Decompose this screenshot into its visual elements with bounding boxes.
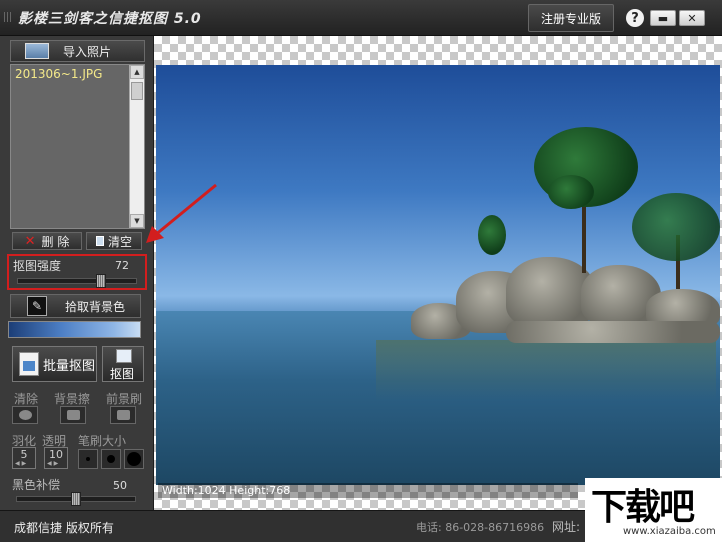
bg-brush-label: 背景擦: [54, 392, 91, 406]
stepper-arrows-icon[interactable]: ◀▶: [15, 460, 33, 468]
background-color-swatch: [8, 321, 141, 338]
watermark-text: 下载吧: [591, 487, 695, 528]
brush-icon: [117, 410, 130, 420]
title-bar: 影楼三剑客之信捷抠图 5.0 注册专业版 ? ▬ ✕: [0, 0, 722, 36]
brush-size-label: 笔刷大小: [78, 434, 127, 448]
list-item[interactable]: 201306~1.JPG: [15, 67, 102, 81]
stepper-arrows-icon[interactable]: ◀▶: [47, 460, 65, 468]
strength-slider-track[interactable]: [17, 278, 137, 284]
batch-cutout-button[interactable]: 批量抠图: [12, 346, 97, 382]
cutout-label: 抠图: [110, 367, 135, 381]
eyedropper-icon: ✎: [27, 296, 47, 316]
fg-brush-button[interactable]: [110, 406, 136, 424]
annotation-arrow-icon: [146, 183, 217, 243]
transparent-stepper[interactable]: 10 ◀▶: [44, 447, 68, 469]
phone-text: 电话: 86-028-86716986: [416, 521, 545, 534]
image-canvas[interactable]: [154, 36, 722, 510]
shrub: [478, 215, 506, 255]
brush-size-medium[interactable]: [101, 449, 121, 469]
file-list[interactable]: 201306~1.JPG ▲ ▼: [10, 64, 145, 229]
small-dot-icon: [86, 457, 90, 461]
clear-icon: [19, 410, 32, 420]
register-pro-button[interactable]: 注册专业版: [528, 4, 614, 32]
import-photo-label: 导入照片: [63, 44, 112, 59]
cutout-image-icon: [116, 349, 132, 363]
feather-stepper[interactable]: 5 ◀▶: [12, 447, 36, 469]
window-title: 影楼三剑客之信捷抠图 5.0: [18, 11, 202, 27]
watermark-url: www.xiazaiba.com: [623, 526, 716, 537]
delete-x-icon: ✕: [24, 233, 36, 249]
close-button[interactable]: ✕: [679, 10, 705, 26]
trash-icon: [95, 236, 104, 246]
strength-value: 72: [115, 259, 129, 272]
photo-preview[interactable]: [156, 65, 720, 485]
delete-button[interactable]: ✕ 删 除: [12, 232, 82, 250]
website-label: 网址:: [552, 520, 581, 534]
cutout-button[interactable]: 抠图: [102, 346, 144, 382]
bg-brush-button[interactable]: [60, 406, 86, 424]
black-compensation-thumb[interactable]: [71, 492, 81, 506]
grip-icon: [4, 12, 12, 22]
strength-label: 抠图强度: [13, 259, 62, 273]
large-dot-icon: [127, 452, 141, 466]
delete-label: 删 除: [41, 234, 70, 249]
pick-background-color-button[interactable]: ✎ 拾取背景色: [10, 294, 141, 318]
clear-button[interactable]: 清空: [86, 232, 142, 250]
island-reflection: [376, 340, 716, 400]
rock-base: [506, 321, 720, 343]
brush-size-small[interactable]: [78, 449, 98, 469]
help-icon[interactable]: ?: [626, 9, 644, 27]
batch-image-icon: [19, 352, 39, 376]
eraser-icon: [67, 410, 80, 420]
batch-label: 批量抠图: [43, 358, 96, 374]
watermark-logo: 下载吧 www.xiazaiba.com: [585, 478, 722, 542]
image-dimensions: Width:1024 Height:768: [158, 483, 578, 498]
left-panel: 导入照片 201306~1.JPG ▲ ▼ ✕ 删 除 清空 抠图强度 72 ✎…: [0, 36, 154, 510]
scroll-up-icon[interactable]: ▲: [130, 65, 144, 79]
import-photo-button[interactable]: 导入照片: [10, 40, 145, 62]
photo-icon: [25, 43, 49, 59]
black-compensation-label: 黑色补偿: [12, 478, 61, 492]
pick-bg-label: 拾取背景色: [65, 299, 126, 314]
strength-slider-thumb[interactable]: [96, 274, 107, 288]
scroll-thumb[interactable]: [131, 82, 143, 100]
strength-control: 抠图强度 72: [7, 254, 147, 290]
tree-canopy: [548, 175, 594, 209]
black-compensation-value: 50: [113, 479, 127, 492]
clear-label: 清空: [107, 234, 132, 249]
brush-size-large[interactable]: [124, 449, 144, 469]
clear-tool-button[interactable]: [12, 406, 38, 424]
medium-dot-icon: [107, 455, 115, 463]
minimize-button[interactable]: ▬: [650, 10, 676, 26]
clear-tool-label: 清除: [14, 392, 39, 406]
fg-brush-label: 前景刷: [106, 392, 143, 406]
tree-canopy: [632, 193, 720, 261]
copyright-text: 成都信捷 版权所有: [14, 521, 114, 535]
